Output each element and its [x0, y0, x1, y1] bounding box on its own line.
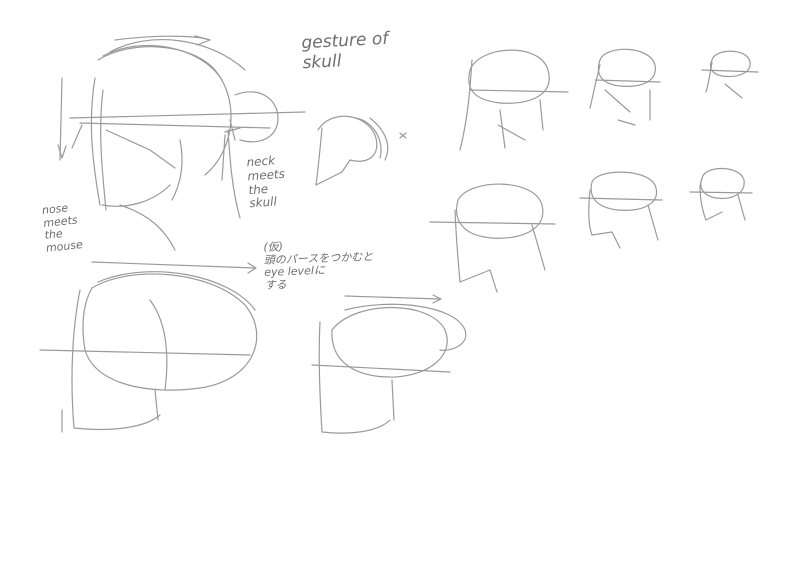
head-sketches: [39, 35, 759, 434]
head-study-3: [701, 50, 759, 99]
sketch-canvas: gesture of skull neck meets the skull no…: [0, 0, 800, 564]
head-study-6: [689, 167, 753, 221]
box-head-medium: [311, 303, 467, 434]
note-japanese-eye-level: (仮) 頭のパースをつかむと eye levelに する: [263, 240, 374, 292]
box-head-large: [39, 271, 258, 433]
note-neck-meets-skull: neck meets the skull: [246, 153, 286, 211]
note-gesture-of-skull: gesture of skull: [300, 28, 389, 73]
note-nose-meets-mouse: nose meets the mouse: [41, 201, 84, 255]
large-head-study: [57, 35, 306, 251]
head-study-1: [459, 49, 569, 151]
head-study-4: [429, 183, 556, 293]
head-study-5: [579, 171, 663, 249]
head-study-2: [589, 48, 661, 126]
gesture-skull-sketch: [315, 115, 407, 186]
